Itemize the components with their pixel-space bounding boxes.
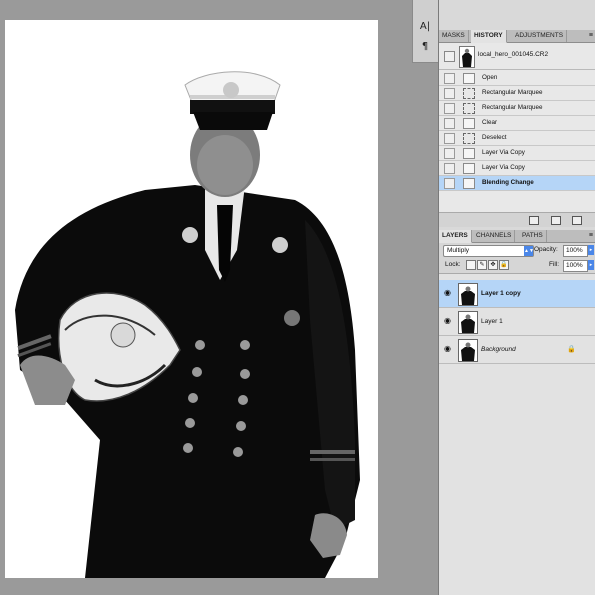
document-icon xyxy=(463,178,475,189)
history-snapshot[interactable]: local_hero_001045.CR2 xyxy=(439,43,595,70)
tab-layers[interactable]: LAYERS xyxy=(439,230,472,243)
marquee-icon xyxy=(463,88,475,99)
eye-icon[interactable]: ◉ xyxy=(444,289,453,297)
panel-menu-icon[interactable]: ≡ xyxy=(589,230,593,242)
lock-icon: 🔒 xyxy=(567,346,576,353)
history-source-checkbox[interactable] xyxy=(444,73,455,84)
history-step[interactable]: Rectangular Marquee xyxy=(439,86,595,101)
fill-label: Fill: xyxy=(549,261,560,268)
opacity-label: Opacity: xyxy=(534,246,558,253)
layer-row[interactable]: ◉ Layer 1 copy xyxy=(439,280,595,308)
layer-name[interactable]: Background xyxy=(481,346,516,353)
eye-icon[interactable]: ◉ xyxy=(444,317,453,325)
history-step[interactable]: Layer Via Copy xyxy=(439,161,595,176)
layer-controls: Multiply ▲▼ Opacity: 100% ▸ Lock: ✎ ✥ 🔒 … xyxy=(439,243,595,274)
panel-menu-icon[interactable]: ≡ xyxy=(589,30,593,42)
document-icon xyxy=(463,163,475,174)
history-source-icon[interactable] xyxy=(444,51,455,62)
layer-name[interactable]: Layer 1 xyxy=(481,318,503,325)
lock-transparency-icon[interactable] xyxy=(466,260,476,270)
history-source-checkbox[interactable] xyxy=(444,178,455,189)
character-icon[interactable]: A| xyxy=(418,20,432,34)
history-step[interactable]: Open xyxy=(439,71,595,86)
history-source-checkbox[interactable] xyxy=(444,163,455,174)
history-tab-bar: MASKS HISTORY ADJUSTMENTS ≡ xyxy=(439,30,595,43)
chevron-down-icon: ▲▼ xyxy=(524,246,534,256)
tab-paths[interactable]: PATHS xyxy=(519,230,547,242)
history-step[interactable]: Rectangular Marquee xyxy=(439,101,595,116)
history-panel: MASKS HISTORY ADJUSTMENTS ≡ local_hero_0… xyxy=(439,30,595,227)
history-step[interactable]: Clear xyxy=(439,116,595,131)
document-icon xyxy=(463,118,475,129)
history-source-checkbox[interactable] xyxy=(444,133,455,144)
history-step-active[interactable]: Blending Change xyxy=(439,176,595,191)
tab-masks[interactable]: MASKS xyxy=(439,30,469,42)
document-canvas[interactable] xyxy=(5,20,378,578)
opacity-field[interactable]: 100% xyxy=(563,245,588,257)
fill-slider-icon[interactable]: ▸ xyxy=(588,260,594,270)
lock-all-icon[interactable]: 🔒 xyxy=(499,260,509,270)
history-step[interactable]: Layer Via Copy xyxy=(439,146,595,161)
opacity-slider-icon[interactable]: ▸ xyxy=(588,245,594,255)
history-step[interactable]: Deselect xyxy=(439,131,595,146)
tab-adjustments[interactable]: ADJUSTMENTS xyxy=(512,30,568,42)
history-footer xyxy=(439,212,595,227)
history-source-checkbox[interactable] xyxy=(444,103,455,114)
document-icon xyxy=(463,73,475,84)
camera-icon[interactable] xyxy=(551,216,561,225)
paragraph-icon[interactable]: ¶ xyxy=(418,40,432,54)
marquee-icon xyxy=(463,133,475,144)
mini-tool-strip: A| ¶ xyxy=(412,0,439,63)
panel-dock: MASKS HISTORY ADJUSTMENTS ≡ local_hero_0… xyxy=(438,0,595,595)
layer-row[interactable]: ◉ Background 🔒 xyxy=(439,336,595,364)
marquee-icon xyxy=(463,103,475,114)
tab-history[interactable]: HISTORY xyxy=(471,30,507,43)
firefighter-photo xyxy=(5,20,378,578)
layers-tab-bar: LAYERS CHANNELS PATHS ≡ xyxy=(439,230,595,243)
lock-position-icon[interactable]: ✥ xyxy=(488,260,498,270)
layer-thumbnail xyxy=(458,339,478,362)
blend-mode-select[interactable]: Multiply ▲▼ xyxy=(443,245,534,257)
snapshot-thumbnail xyxy=(459,46,475,68)
lock-label: Lock: xyxy=(445,261,461,268)
history-source-checkbox[interactable] xyxy=(444,88,455,99)
layers-panel: LAYERS CHANNELS PATHS ≡ Multiply ▲▼ Opac… xyxy=(439,230,595,595)
layer-thumbnail xyxy=(458,311,478,334)
snapshot-label: local_hero_001045.CR2 xyxy=(478,51,549,58)
tab-channels[interactable]: CHANNELS xyxy=(473,230,516,242)
trash-icon[interactable] xyxy=(572,216,582,225)
document-icon xyxy=(463,148,475,159)
new-document-from-state-icon[interactable] xyxy=(529,216,539,225)
fill-field[interactable]: 100% xyxy=(563,260,588,272)
layer-thumbnail xyxy=(458,283,478,306)
layer-name[interactable]: Layer 1 copy xyxy=(481,290,521,297)
eye-icon[interactable]: ◉ xyxy=(444,345,453,353)
lock-pixels-icon[interactable]: ✎ xyxy=(477,260,487,270)
history-source-checkbox[interactable] xyxy=(444,118,455,129)
history-source-checkbox[interactable] xyxy=(444,148,455,159)
layer-row[interactable]: ◉ Layer 1 xyxy=(439,308,595,336)
